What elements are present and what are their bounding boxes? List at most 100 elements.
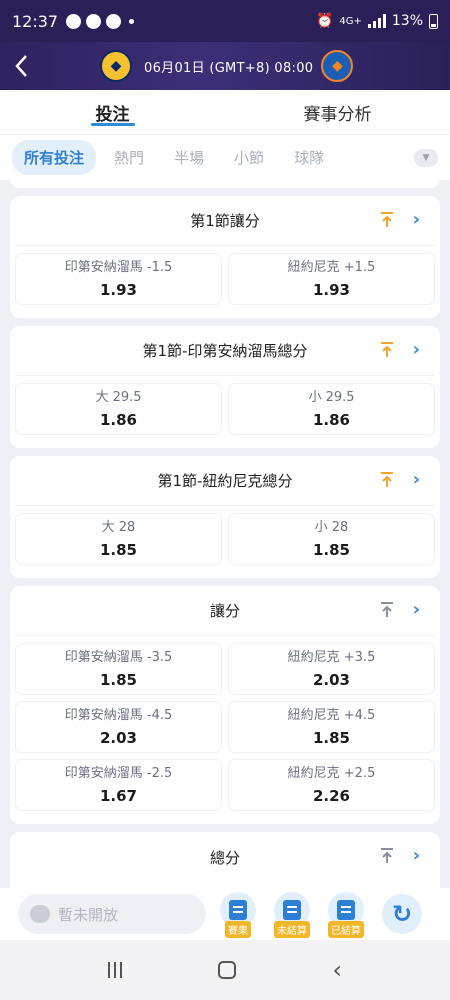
selection-label: 紐約尼克 +2.5: [287, 766, 376, 781]
odds-row: 大 28 1.85 小 28 1.85: [16, 514, 434, 564]
odds-value: 2.26: [312, 787, 350, 805]
market-title: 第1節-紐約尼克總分: [157, 472, 293, 490]
odds-button[interactable]: 印第安納溜馬 -1.5 1.93: [16, 254, 221, 304]
selection-label: 大 28: [101, 520, 136, 535]
odds-row: 大 29.5 1.86 小 29.5 1.86: [16, 384, 434, 434]
pin-top-icon[interactable]: [380, 602, 394, 618]
odds-value: 1.85: [312, 729, 350, 747]
filter-all-bets[interactable]: 所有投注: [12, 140, 97, 175]
line-app-icon: [86, 13, 102, 29]
odds-row: 印第安納溜馬 -3.5 1.85 紐約尼克 +3.5 2.03: [16, 644, 434, 694]
main-tabs: 投注 賽事分析: [0, 90, 450, 134]
pin-top-icon[interactable]: [380, 342, 394, 358]
odds-value: 1.86: [312, 411, 350, 429]
odds-button[interactable]: 紐約尼克 +2.5 2.26: [229, 760, 434, 810]
tab-bet[interactable]: 投注: [0, 90, 225, 134]
chat-bubble-icon: [30, 905, 50, 923]
tab-analysis[interactable]: 賽事分析: [225, 90, 450, 134]
selection-label: 印第安納溜馬 -4.5: [64, 708, 173, 723]
bottom-action-bar: 暫未開放 賽果 未結算 已結算 ↻: [0, 888, 450, 940]
odds-button[interactable]: 印第安納溜馬 -4.5 2.03: [16, 702, 221, 752]
selection-label: 紐約尼克 +3.5: [287, 650, 376, 665]
system-nav-bar: ‹: [0, 940, 450, 1000]
odds-row: 印第安納溜馬 -2.5 1.67 紐約尼克 +2.5 2.26: [16, 760, 434, 810]
pin-top-icon[interactable]: [380, 212, 394, 228]
odds-button[interactable]: 紐約尼克 +4.5 1.85: [229, 702, 434, 752]
filter-team[interactable]: 球隊: [282, 140, 336, 175]
pin-top-icon[interactable]: [380, 848, 394, 864]
chevron-right-icon[interactable]: ›: [413, 469, 420, 490]
market-header[interactable]: 第1節-紐約尼克總分 ›: [16, 456, 434, 506]
system-back-button[interactable]: ‹: [332, 956, 342, 984]
chat-input-placeholder: 暫未開放: [58, 905, 119, 924]
chevron-right-icon[interactable]: ›: [413, 339, 420, 360]
refresh-icon: ↻: [391, 900, 413, 928]
alarm-icon: ⏰: [315, 13, 334, 29]
market-card-partial: [10, 180, 440, 188]
market-list[interactable]: 第1節讓分 › 印第安納溜馬 -1.5 1.93 紐約尼克 +1.5 1.93 …: [0, 180, 450, 888]
chevron-left-icon: [15, 55, 27, 77]
results-label: 賽果: [225, 921, 251, 938]
filter-quarter[interactable]: 小節: [222, 140, 276, 175]
odds-button[interactable]: 大 29.5 1.86: [16, 384, 221, 434]
odds-row: 印第安納溜馬 -1.5 1.93 紐約尼克 +1.5 1.93: [16, 254, 434, 304]
selection-label: 印第安納溜馬 -1.5: [64, 260, 173, 275]
battery-icon: [429, 13, 438, 29]
status-time: 12:37: [12, 11, 59, 31]
chat-input[interactable]: 暫未開放: [18, 894, 206, 934]
more-notifications-icon: [129, 18, 135, 24]
settled-label: 已結算: [328, 921, 364, 938]
market-title: 第1節-印第安納溜馬總分: [142, 342, 308, 360]
notification-icon: [106, 13, 122, 29]
odds-button[interactable]: 印第安納溜馬 -2.5 1.67: [16, 760, 221, 810]
odds-value: 1.86: [99, 411, 137, 429]
selection-label: 大 29.5: [95, 390, 142, 405]
selection-label: 印第安納溜馬 -2.5: [64, 766, 173, 781]
recent-apps-button[interactable]: [108, 962, 123, 978]
filter-popular[interactable]: 熱門: [102, 140, 156, 175]
away-team-logo: ◆: [321, 50, 354, 82]
chevron-right-icon[interactable]: ›: [413, 845, 420, 866]
market-header[interactable]: 第1節-印第安納溜馬總分 ›: [16, 326, 434, 376]
signal-icon: [367, 14, 386, 28]
odds-value: 2.03: [99, 729, 137, 747]
odds-button[interactable]: 紐約尼克 +1.5 1.93: [229, 254, 434, 304]
market-card: 第1節-印第安納溜馬總分 › 大 29.5 1.86 小 29.5 1.86: [10, 326, 440, 448]
home-button[interactable]: [218, 961, 237, 979]
odds-value: 1.85: [312, 541, 350, 559]
status-bar: 12:37 ⏰ 4G+ 13%: [0, 0, 450, 42]
unsettled-button[interactable]: 未結算: [270, 892, 314, 938]
selection-label: 小 28: [314, 520, 349, 535]
match-datetime: 06月01日 (GMT+8) 08:00: [144, 60, 314, 76]
settled-button[interactable]: 已結算: [324, 892, 368, 938]
chevron-right-icon[interactable]: ›: [413, 599, 420, 620]
filter-bar: 所有投注 熱門 半場 小節 球隊 ▼: [0, 134, 450, 180]
odds-button[interactable]: 印第安納溜馬 -3.5 1.85: [16, 644, 221, 694]
odds-button[interactable]: 小 28 1.85: [229, 514, 434, 564]
odds-value: 1.67: [99, 787, 137, 805]
expand-filters-button[interactable]: ▼: [414, 149, 438, 167]
market-title: 第1節讓分: [190, 212, 260, 230]
refresh-button[interactable]: ↻: [382, 894, 422, 934]
odds-button[interactable]: 小 29.5 1.86: [229, 384, 434, 434]
filter-half[interactable]: 半場: [162, 140, 216, 175]
odds-value: 1.85: [99, 541, 137, 559]
match-header: ◆ 06月01日 (GMT+8) 08:00 ◆: [0, 42, 450, 90]
market-header[interactable]: 第1節讓分 ›: [16, 196, 434, 246]
odds-value: 1.85: [99, 671, 137, 689]
odds-button[interactable]: 紐約尼克 +3.5 2.03: [229, 644, 434, 694]
odds-value: 1.93: [312, 281, 350, 299]
back-button[interactable]: [0, 42, 42, 90]
selection-label: 印第安納溜馬 -3.5: [64, 650, 173, 665]
market-header[interactable]: 讓分 ›: [16, 586, 434, 636]
market-card: 讓分 › 印第安納溜馬 -3.5 1.85 紐約尼克 +3.5 2.03 印第安…: [10, 586, 440, 824]
pin-top-icon[interactable]: [380, 472, 394, 488]
results-button[interactable]: 賽果: [216, 892, 260, 938]
market-header[interactable]: 總分 ›: [16, 832, 434, 882]
odds-button[interactable]: 大 28 1.85: [16, 514, 221, 564]
home-team-logo: ◆: [100, 50, 132, 82]
market-card: 總分 ›: [10, 832, 440, 888]
odds-row: 印第安納溜馬 -4.5 2.03 紐約尼克 +4.5 1.85: [16, 702, 434, 752]
odds-value: 1.93: [99, 281, 137, 299]
chevron-right-icon[interactable]: ›: [413, 209, 420, 230]
